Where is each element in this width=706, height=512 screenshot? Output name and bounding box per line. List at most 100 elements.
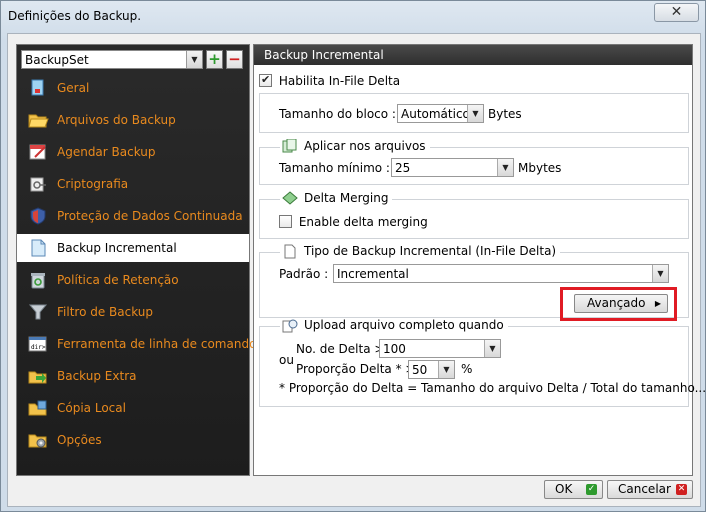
delta-count-label: No. de Delta > [296, 342, 385, 356]
chevron-down-icon[interactable]: ▼ [497, 159, 513, 176]
sidebar-item-label: Opções [57, 433, 102, 447]
calendar-icon [29, 144, 46, 160]
delta-ratio-percent: % [461, 362, 473, 376]
sidebar-item-opcoes[interactable]: Opções [17, 426, 249, 454]
incremental-type-legend: Tipo de Backup Incremental (In-File Delt… [280, 244, 561, 259]
delta-merging-title: Delta Merging [304, 191, 389, 205]
window-title: Definições do Backup. [8, 9, 142, 23]
funnel-icon [28, 304, 48, 320]
min-size-select[interactable]: 25 ▼ [391, 158, 514, 177]
sidebar-item-label: Proteção de Dados Continuada [57, 209, 243, 223]
document-icon [31, 239, 46, 257]
min-size-unit: Mbytes [518, 161, 562, 175]
general-icon [31, 79, 44, 96]
options-gear-icon [28, 434, 47, 448]
svg-text:dir>: dir> [31, 344, 46, 351]
min-size-label: Tamanho mínimo : [279, 161, 390, 175]
sidebar-item-label: Política de Retenção [57, 273, 179, 287]
recycle-bin-icon [31, 273, 45, 289]
folder-open-icon [28, 114, 49, 128]
sidebar-item-arquivos[interactable]: Arquivos do Backup [17, 106, 249, 134]
sidebar-item-label: Backup Extra [57, 369, 137, 383]
sidebar-item-retencao[interactable]: Política de Retenção [17, 266, 249, 294]
chevron-down-icon[interactable]: ▼ [652, 265, 668, 282]
dialog-client: BackupSet ▼ + − Geral Arquivos do Backup… [7, 33, 706, 507]
sidebar-item-label: Ferramenta de linha de comando [57, 337, 257, 351]
sidebar-item-geral[interactable]: Geral [17, 74, 249, 102]
check-icon: ✓ [586, 484, 597, 495]
apply-files-title: Aplicar nos arquivos [304, 139, 426, 153]
sidebar-item-copia-local[interactable]: Cópia Local [17, 394, 249, 422]
sidebar-item-label: Geral [57, 81, 90, 95]
merge-icon [282, 191, 298, 205]
sidebar-item-label: Criptografia [57, 177, 129, 191]
delta-count-select[interactable]: 100 ▼ [379, 339, 501, 358]
default-type-select[interactable]: Incremental ▼ [333, 264, 669, 283]
sidebar-item-agendar[interactable]: Agendar Backup [17, 138, 249, 166]
sidebar-item-label: Backup Incremental [57, 241, 177, 255]
in-file-delta-row[interactable]: Habilita In-File Delta [259, 73, 400, 88]
sidebar-item-criptografia[interactable]: Criptografia [17, 170, 249, 198]
or-label: ou [279, 353, 294, 367]
cancel-label: Cancelar [618, 482, 671, 496]
chevron-down-icon[interactable]: ▼ [484, 340, 500, 357]
delta-merging-legend: Delta Merging [280, 191, 393, 206]
default-type-value: Incremental [337, 267, 409, 281]
block-size-value: Automático [401, 107, 470, 121]
lock-key-icon [30, 177, 46, 192]
backupset-select[interactable]: BackupSet ▼ [21, 50, 203, 69]
block-size-group: Tamanho do bloco : Automático ▼ Bytes [259, 93, 689, 133]
settings-window: Definições do Backup. ✕ BackupSet ▼ + − [0, 0, 706, 512]
plus-icon: + [208, 50, 221, 68]
upload-full-group: Upload arquivo completo quando ou No. de… [259, 318, 706, 407]
chevron-down-icon[interactable]: ▼ [186, 51, 202, 68]
delta-ratio-footnote: * Proporção do Delta = Tamanho do arquiv… [279, 381, 706, 395]
enable-delta-merging-label: Enable delta merging [298, 214, 428, 229]
cancel-button[interactable]: Cancelar ✕ [607, 480, 693, 499]
delta-ratio-label: Proporção Delta * > [296, 362, 416, 376]
apply-files-group: Aplicar nos arquivos Tamanho mínimo : 25… [259, 139, 689, 185]
sidebar: BackupSet ▼ + − Geral Arquivos do Backup… [16, 44, 256, 476]
chevron-down-icon[interactable]: ▼ [438, 361, 454, 378]
sidebar-item-label: Filtro de Backup [57, 305, 154, 319]
ok-button[interactable]: OK ✓ [544, 480, 603, 499]
delta-count-value: 100 [383, 342, 406, 356]
sidebar-item-backup-incremental[interactable]: Backup Incremental [17, 234, 249, 262]
block-size-unit: Bytes [488, 107, 522, 121]
delta-merging-group: Delta Merging Enable delta merging [259, 191, 689, 239]
content-panel: Backup Incremental Habilita In-File Delt… [253, 44, 706, 476]
sidebar-item-filtro[interactable]: Filtro de Backup [17, 298, 249, 326]
sidebar-item-protecao[interactable]: Proteção de Dados Continuada [17, 202, 249, 230]
close-icon: ✕ [676, 484, 687, 495]
default-type-label: Padrão : [279, 267, 329, 281]
ok-label: OK [555, 482, 573, 496]
enable-delta-merging-row[interactable]: Enable delta merging [279, 214, 428, 229]
in-file-delta-label: Habilita In-File Delta [278, 73, 401, 88]
shield-icon [30, 207, 46, 225]
incremental-type-title: Tipo de Backup Incremental (In-File Delt… [304, 244, 557, 258]
chevron-down-icon[interactable]: ▼ [467, 105, 483, 122]
highlight-box [560, 287, 677, 321]
upload-full-title: Upload arquivo completo quando [304, 318, 504, 332]
block-size-label: Tamanho do bloco : [279, 107, 396, 121]
remove-backupset-button[interactable]: − [226, 50, 243, 69]
enable-delta-merging-checkbox[interactable] [279, 215, 292, 228]
delta-ratio-select[interactable]: 50 ▼ [408, 360, 455, 379]
apply-files-legend: Aplicar nos arquivos [280, 139, 430, 154]
title-bar: Definições do Backup. ✕ [1, 1, 705, 33]
close-button[interactable]: ✕ [654, 3, 699, 22]
block-size-select[interactable]: Automático ▼ [397, 104, 484, 123]
sidebar-item-ferramenta[interactable]: dir> Ferramenta de linha de comando [17, 330, 256, 358]
command-line-icon: dir> [28, 336, 47, 352]
backupset-value: BackupSet [25, 53, 89, 67]
sidebar-item-label: Agendar Backup [57, 145, 156, 159]
minus-icon: − [228, 50, 241, 68]
upload-full-legend: Upload arquivo completo quando [280, 318, 508, 333]
min-size-value: 25 [395, 161, 411, 175]
upload-clock-icon [282, 319, 298, 333]
sidebar-item-backup-extra[interactable]: Backup Extra [17, 362, 249, 390]
add-backupset-button[interactable]: + [206, 50, 223, 69]
files-icon [282, 139, 297, 153]
in-file-delta-checkbox[interactable] [259, 73, 272, 87]
document-icon [284, 244, 296, 259]
